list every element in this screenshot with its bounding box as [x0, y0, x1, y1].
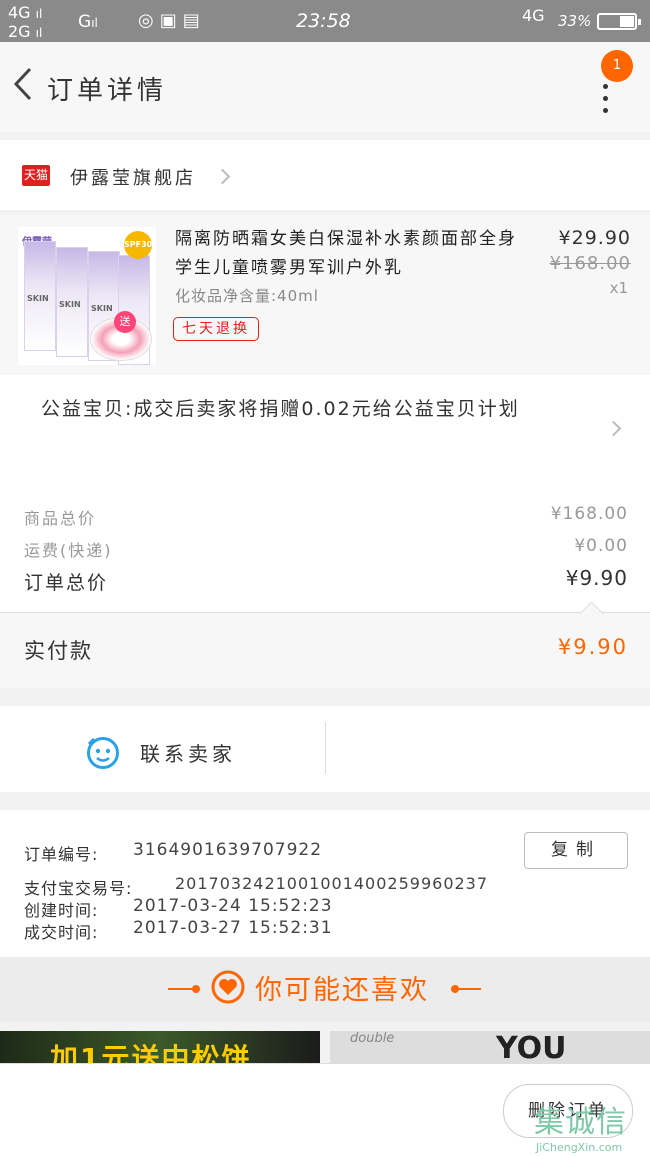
notch	[579, 601, 604, 626]
recommend-title: 你可能还喜欢	[255, 975, 429, 1006]
contact-bar: 联系卖家	[0, 706, 650, 792]
battery-percent: 33%	[558, 12, 592, 30]
original-price: ¥168.00	[549, 253, 631, 274]
product-price: ¥29.90	[558, 227, 631, 249]
network-indicator: 4G	[522, 6, 545, 25]
order-number-label: 订单编号:	[24, 845, 99, 864]
decor-dot	[192, 985, 200, 993]
tmall-logo-icon: 天猫	[22, 165, 50, 186]
created-time-label: 创建时间:	[24, 901, 99, 920]
recommend-item-text: YOU	[496, 1031, 567, 1063]
product-thumbnail[interactable]: 伊露莹 SKIN SKIN SKIN SPF30 送	[18, 227, 156, 365]
shop-row[interactable]: 天猫 伊露莹旗舰店	[0, 140, 650, 210]
notification-badge: 1	[601, 50, 633, 82]
contact-seller-label: 联系卖家	[140, 742, 236, 766]
shipping-value: ¥0.00	[574, 536, 628, 556]
alipay-number-value: 2017032421001001400259960237	[175, 874, 489, 893]
spf-badge: SPF30	[124, 231, 152, 259]
more-menu-icon[interactable]	[603, 84, 609, 120]
created-time-value: 2017-03-24 15:52:23	[133, 896, 333, 916]
return-policy-tag: 七天退换	[173, 317, 259, 341]
goods-total-label: 商品总价	[24, 509, 97, 528]
order-total-value: ¥9.90	[565, 566, 628, 590]
paid-section: 实付款 ¥9.90	[0, 601, 650, 688]
signal-g: Gıl	[78, 12, 98, 32]
goods-total-value: ¥168.00	[550, 504, 628, 524]
order-info: 订单编号: 3164901639707922 复制 支付宝交易号: 201703…	[0, 810, 650, 957]
alipay-number-label: 支付宝交易号:	[24, 879, 133, 898]
heart-icon	[211, 970, 245, 1004]
paid-label: 实付款	[24, 639, 93, 663]
recommend-item-small: double	[350, 1031, 395, 1046]
recommend-item[interactable]: 加1元送中松饼	[0, 1031, 320, 1063]
status-bar: 4G ıl 2G ıl Gıl ◎▣▤ 23:58 4G 33%	[0, 0, 650, 42]
shipping-label: 运费(快递)	[24, 541, 113, 560]
notification-icons: ◎▣▤	[138, 10, 206, 31]
order-number-value: 3164901639707922	[133, 840, 323, 860]
divider	[325, 722, 326, 774]
closed-time-label: 成交时间:	[24, 923, 99, 942]
product-spec: 化妆品净含量:40ml	[175, 287, 319, 305]
nav-bar: 订单详情 1	[0, 42, 650, 132]
shop-name[interactable]: 伊露莹旗舰店	[70, 164, 196, 190]
charity-notice[interactable]: 公益宝贝:成交后卖家将捐赠0.02元给公益宝贝计划	[41, 393, 601, 425]
chevron-right-icon	[214, 168, 231, 185]
product-name[interactable]: 隔离防晒霜女美白保湿补水素颜面部全身学生儿童喷雾男军训户外乳	[175, 225, 525, 283]
battery-icon	[597, 13, 641, 30]
chat-bubble-icon	[87, 737, 119, 769]
contact-seller-button[interactable]: 联系卖家	[0, 706, 325, 792]
recommend-item[interactable]: double YOU	[330, 1031, 650, 1063]
recommend-header: 你可能还喜欢	[0, 957, 650, 1021]
order-summary: 公益宝贝:成交后卖家将捐赠0.02元给公益宝贝计划 商品总价 ¥168.00 运…	[0, 375, 650, 688]
paid-value: ¥9.90	[557, 635, 628, 659]
chevron-right-icon	[605, 420, 622, 437]
recommend-item-text: 加1元送中松饼	[50, 1042, 252, 1063]
watermark-glyphs: 集诚信	[534, 1105, 627, 1140]
decor-line	[455, 988, 481, 990]
product-item[interactable]: 伊露莹 SKIN SKIN SKIN SPF30 送 隔离防晒霜女美白保湿补水素…	[0, 215, 650, 375]
gift-badge: 送	[114, 311, 136, 333]
closed-time-value: 2017-03-27 15:52:31	[133, 918, 333, 938]
signal-indicators: 4G ıl 2G ıl	[8, 3, 43, 41]
order-total-label: 订单总价	[24, 572, 109, 594]
watermark-url: JiChengXin.com	[536, 1141, 623, 1154]
watermark-logo: 集诚信 JiChengXin.com	[530, 1097, 650, 1155]
copy-button[interactable]: 复制	[524, 832, 628, 869]
page-title: 订单详情	[47, 76, 168, 106]
product-quantity: x1	[609, 279, 628, 297]
back-icon[interactable]	[12, 66, 34, 102]
clock: 23:58	[296, 10, 351, 32]
